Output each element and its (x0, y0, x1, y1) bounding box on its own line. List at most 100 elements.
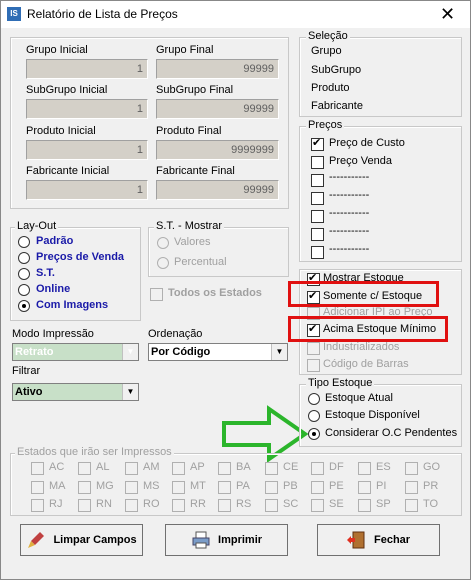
estado-checkbox-ms[interactable] (125, 481, 138, 494)
estado-checkbox-se[interactable] (311, 499, 324, 512)
estado-checkbox-ce[interactable] (265, 462, 278, 475)
produto-final-label: Produto Final (156, 125, 222, 137)
st-valores-label: Valores (174, 236, 211, 248)
layout-com-imagens-radio[interactable] (18, 300, 30, 312)
estado-checkbox-al[interactable] (78, 462, 91, 475)
preco-5-checkbox[interactable] (311, 210, 324, 223)
produto-final-field[interactable]: 9999999 (156, 140, 279, 160)
estado-checkbox-rr[interactable] (172, 499, 185, 512)
layout-precos-venda-radio[interactable] (18, 252, 30, 264)
estado-checkbox-sc[interactable] (265, 499, 278, 512)
grupo-inicial-field[interactable]: 1 (26, 59, 148, 79)
imprimir-label: Imprimir (218, 534, 263, 546)
selecao-item-produto[interactable]: Produto (311, 82, 350, 94)
estado-checkbox-pe[interactable] (311, 481, 324, 494)
considerar-oc-label: Considerar O.C Pendentes (325, 427, 458, 439)
filtrar-select[interactable]: Ativo ▼ (12, 383, 139, 401)
estado-checkbox-ac[interactable] (31, 462, 44, 475)
estado-label-se: SE (329, 498, 344, 510)
selecao-item-grupo[interactable]: Grupo (311, 45, 342, 57)
preco-7-checkbox[interactable] (311, 246, 324, 259)
estado-checkbox-go[interactable] (405, 462, 418, 475)
preco-4-checkbox[interactable] (311, 192, 324, 205)
preco-6-checkbox[interactable] (311, 228, 324, 241)
highlight-somente-estoque (288, 281, 439, 307)
preco-3-checkbox[interactable] (311, 174, 324, 187)
estado-label-mg: MG (96, 480, 114, 492)
chevron-down-icon: ▼ (122, 344, 138, 360)
estado-label-ce: CE (283, 461, 299, 473)
estado-checkbox-ba[interactable] (218, 462, 231, 475)
estado-label-pb: PB (283, 480, 298, 492)
fechar-button[interactable]: Fechar (317, 524, 440, 556)
estado-checkbox-ma[interactable] (31, 481, 44, 494)
estado-label-rr: RR (190, 498, 206, 510)
estado-label-sc: SC (283, 498, 299, 510)
st-percentual-radio[interactable] (157, 257, 169, 269)
estado-label-rs: RS (236, 498, 252, 510)
preco-venda-checkbox[interactable] (311, 156, 324, 169)
estado-checkbox-pi[interactable] (358, 481, 371, 494)
layout-st-label: S.T. (36, 267, 55, 279)
estado-checkbox-pa[interactable] (218, 481, 231, 494)
title-bar: IS Relatório de Lista de Preços ✕ (1, 1, 470, 28)
fabricante-inicial-label: Fabricante Inicial (26, 165, 110, 177)
estoque-disponivel-radio[interactable] (308, 410, 320, 422)
selecao-item-subgrupo[interactable]: SubGrupo (311, 64, 361, 76)
fabricante-final-field[interactable]: 99999 (156, 180, 279, 200)
estado-checkbox-rs[interactable] (218, 499, 231, 512)
estados-title: Estados que irão ser Impressos (15, 446, 174, 458)
ordenacao-select[interactable]: Por Código ▼ (148, 343, 288, 361)
layout-padrao-radio[interactable] (18, 236, 30, 248)
estado-label-pr: PR (423, 480, 439, 492)
industrializados-checkbox[interactable] (307, 342, 320, 355)
estado-checkbox-mg[interactable] (78, 481, 91, 494)
st-percentual-label: Percentual (174, 256, 227, 268)
estado-label-sp: SP (376, 498, 391, 510)
estado-checkbox-pr[interactable] (405, 481, 418, 494)
report-window: IS Relatório de Lista de Preços ✕ Grupo … (0, 0, 471, 580)
produto-inicial-field[interactable]: 1 (26, 140, 148, 160)
estado-label-ba: BA (236, 461, 251, 473)
estado-checkbox-sp[interactable] (358, 499, 371, 512)
preco-3-label: ----------- (329, 171, 370, 183)
chevron-down-icon: ▼ (122, 384, 138, 400)
preco-custo-label: Preço de Custo (329, 137, 405, 149)
grupo-final-field[interactable]: 99999 (156, 59, 279, 79)
fabricante-final-label: Fabricante Final (156, 165, 235, 177)
selecao-item-fabricante[interactable]: Fabricante (311, 100, 363, 112)
subgrupo-inicial-label: SubGrupo Inicial (26, 84, 108, 96)
estado-checkbox-ap[interactable] (172, 462, 185, 475)
layout-title: Lay-Out (15, 220, 59, 232)
filtrar-label: Filtrar (12, 365, 41, 377)
estoque-atual-radio[interactable] (308, 393, 320, 405)
estado-checkbox-es[interactable] (358, 462, 371, 475)
layout-online-radio[interactable] (18, 284, 30, 296)
subgrupo-final-label: SubGrupo Final (156, 84, 234, 96)
layout-st-radio[interactable] (18, 268, 30, 280)
estado-checkbox-to[interactable] (405, 499, 418, 512)
subgrupo-final-field[interactable]: 99999 (156, 99, 279, 119)
estado-label-es: ES (376, 461, 391, 473)
fabricante-inicial-field[interactable]: 1 (26, 180, 148, 200)
modo-impressao-select[interactable]: Retrato ▼ (12, 343, 139, 361)
preco-custo-checkbox[interactable] (311, 137, 324, 151)
todos-estados-checkbox[interactable] (150, 288, 163, 301)
codigo-barras-checkbox[interactable] (307, 359, 320, 372)
estado-checkbox-df[interactable] (311, 462, 324, 475)
layout-precos-venda-label: Preços de Venda (36, 251, 125, 263)
close-icon[interactable]: ✕ (425, 1, 470, 27)
subgrupo-inicial-field[interactable]: 1 (26, 99, 148, 119)
imprimir-button[interactable]: Imprimir (165, 524, 288, 556)
estado-checkbox-am[interactable] (125, 462, 138, 475)
estado-checkbox-mt[interactable] (172, 481, 185, 494)
st-valores-radio[interactable] (157, 237, 169, 249)
estado-checkbox-ro[interactable] (125, 499, 138, 512)
preco-7-label: ----------- (329, 243, 370, 255)
estado-checkbox-rj[interactable] (31, 499, 44, 512)
estado-checkbox-pb[interactable] (265, 481, 278, 494)
preco-6-label: ----------- (329, 225, 370, 237)
limpar-campos-button[interactable]: Limpar Campos (20, 524, 143, 556)
considerar-oc-radio[interactable] (308, 428, 320, 440)
estado-checkbox-rn[interactable] (78, 499, 91, 512)
